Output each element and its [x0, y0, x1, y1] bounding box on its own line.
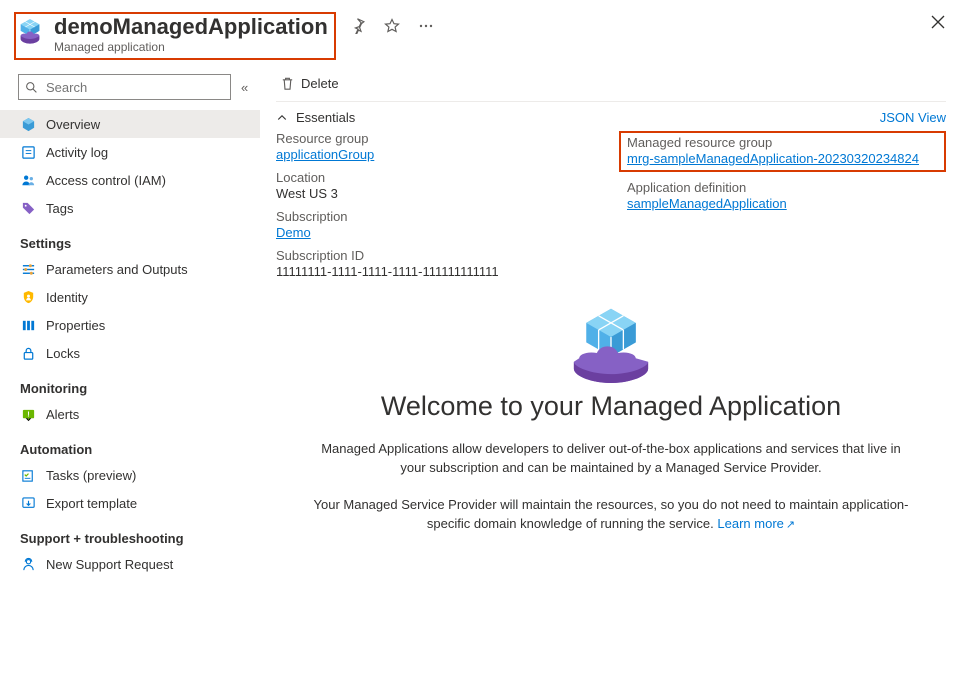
iam-icon	[20, 172, 36, 188]
tasks-icon	[20, 467, 36, 483]
nav-properties[interactable]: Properties	[0, 311, 260, 339]
welcome-title: Welcome to your Managed Application	[296, 391, 926, 422]
nav-new-support-request[interactable]: New Support Request	[0, 550, 260, 578]
nav-parameters-outputs[interactable]: Parameters and Outputs	[0, 255, 260, 283]
managed-resource-group-highlight: Managed resource group mrg-sampleManaged…	[619, 131, 946, 172]
subscription-id-value: 11111111-1111-1111-1111-111111111111	[276, 264, 603, 279]
star-icon[interactable]	[384, 18, 400, 34]
nav-identity[interactable]: Identity	[0, 283, 260, 311]
nav-label: Overview	[46, 117, 100, 132]
essentials-label: Essentials	[296, 110, 355, 125]
learn-more-label: Learn more	[717, 516, 783, 531]
field-label-subscription: Subscription	[276, 209, 603, 224]
collapse-sidebar-icon[interactable]: «	[241, 80, 248, 95]
field-label-subscription-id: Subscription ID	[276, 248, 603, 263]
managed-app-icon	[16, 18, 44, 46]
cube-icon	[20, 116, 36, 132]
trash-icon	[280, 76, 295, 91]
welcome-paragraph-2: Your Managed Service Provider will maint…	[311, 496, 911, 534]
nav-label: Tasks (preview)	[46, 468, 136, 483]
nav-activity-log[interactable]: Activity log	[0, 138, 260, 166]
nav-locks[interactable]: Locks	[0, 339, 260, 367]
application-definition-link[interactable]: sampleManagedApplication	[627, 196, 946, 211]
field-label-resource-group: Resource group	[276, 131, 603, 146]
nav-label: Parameters and Outputs	[46, 262, 188, 277]
nav-label: Activity log	[46, 145, 108, 160]
nav-label: Alerts	[46, 407, 79, 422]
close-icon[interactable]	[930, 14, 946, 30]
nav-overview[interactable]: Overview	[0, 110, 260, 138]
identity-icon	[20, 289, 36, 305]
parameters-icon	[20, 261, 36, 277]
nav-label: Locks	[46, 346, 80, 361]
nav-group-settings: Settings	[0, 222, 260, 255]
main-content: Delete Essentials JSON View Resource gro…	[260, 68, 964, 578]
tag-icon	[20, 200, 36, 216]
external-link-icon: ↗	[786, 519, 795, 531]
welcome-section: Welcome to your Managed Application Mana…	[276, 289, 946, 551]
field-label-managed-resource-group: Managed resource group	[627, 135, 938, 150]
nav-group-support: Support + troubleshooting	[0, 517, 260, 550]
nav-label: Access control (IAM)	[46, 173, 166, 188]
nav-label: Export template	[46, 496, 137, 511]
welcome-p2-text: Your Managed Service Provider will maint…	[314, 497, 909, 531]
support-icon	[20, 556, 36, 572]
page-subtitle: Managed application	[54, 40, 328, 54]
nav-access-control[interactable]: Access control (IAM)	[0, 166, 260, 194]
nav-group-automation: Automation	[0, 428, 260, 461]
welcome-managed-app-icon	[566, 307, 656, 383]
essentials-toggle[interactable]: Essentials	[276, 110, 355, 125]
nav-label: New Support Request	[46, 557, 173, 572]
field-label-location: Location	[276, 170, 603, 185]
activity-log-icon	[20, 144, 36, 160]
json-view-link[interactable]: JSON View	[880, 110, 946, 125]
welcome-paragraph-1: Managed Applications allow developers to…	[311, 440, 911, 478]
nav-alerts[interactable]: ! Alerts	[0, 400, 260, 428]
essentials-panel: Resource group applicationGroup Location…	[276, 129, 946, 289]
nav-label: Tags	[46, 201, 73, 216]
managed-resource-group-link[interactable]: mrg-sampleManagedApplication-20230320234…	[627, 151, 938, 166]
pin-icon[interactable]	[350, 18, 366, 34]
title-highlight: demoManagedApplication Managed applicati…	[14, 12, 336, 60]
search-box[interactable]	[18, 74, 231, 100]
svg-text:!: !	[27, 409, 30, 418]
location-value: West US 3	[276, 186, 603, 201]
page-title: demoManagedApplication	[54, 14, 328, 40]
nav-tasks[interactable]: Tasks (preview)	[0, 461, 260, 489]
command-bar: Delete	[276, 74, 946, 101]
delete-label: Delete	[301, 76, 339, 91]
sidebar: « Overview Activity log Access control (…	[0, 68, 260, 578]
delete-button[interactable]: Delete	[276, 74, 343, 93]
nav-group-monitoring: Monitoring	[0, 367, 260, 400]
search-icon	[25, 81, 38, 94]
properties-icon	[20, 317, 36, 333]
more-icon[interactable]	[418, 18, 434, 34]
blade-header: demoManagedApplication Managed applicati…	[0, 0, 964, 68]
field-label-app-definition: Application definition	[627, 180, 946, 195]
chevron-up-icon	[276, 112, 288, 124]
learn-more-link[interactable]: Learn more↗	[717, 516, 795, 531]
alerts-icon: !	[20, 406, 36, 422]
nav-export-template[interactable]: Export template	[0, 489, 260, 517]
search-input[interactable]	[44, 79, 224, 96]
lock-icon	[20, 345, 36, 361]
export-template-icon	[20, 495, 36, 511]
nav-tags[interactable]: Tags	[0, 194, 260, 222]
nav-label: Properties	[46, 318, 105, 333]
subscription-link[interactable]: Demo	[276, 225, 603, 240]
nav-label: Identity	[46, 290, 88, 305]
resource-group-link[interactable]: applicationGroup	[276, 147, 603, 162]
